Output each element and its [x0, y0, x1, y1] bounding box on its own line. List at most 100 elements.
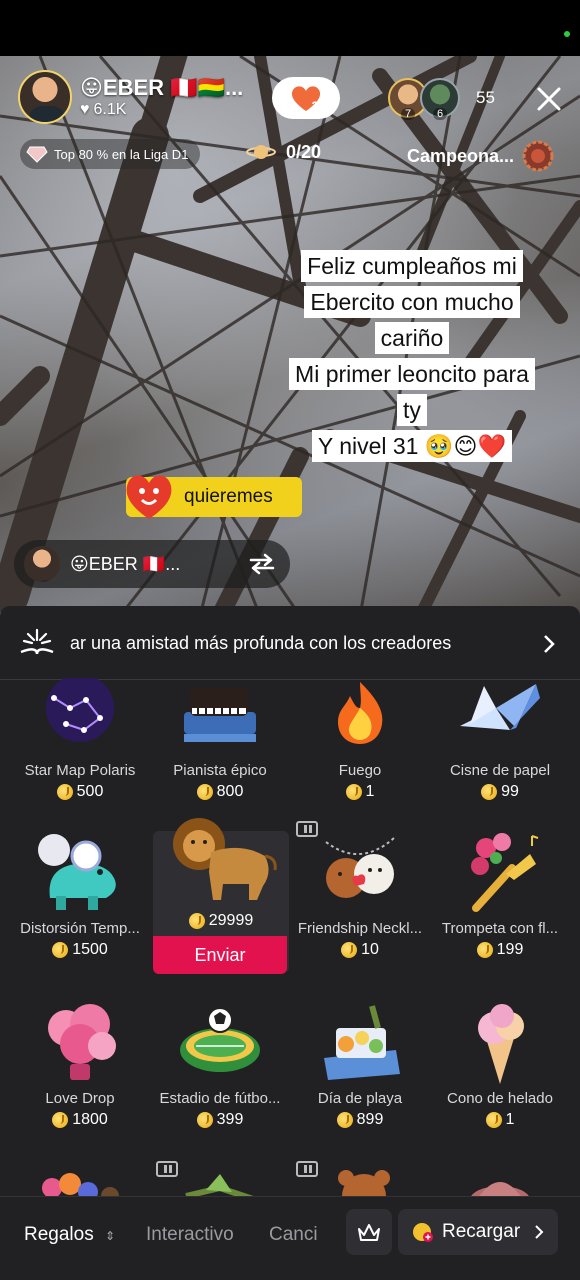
- viewer-avatar-2[interactable]: 6: [420, 78, 460, 120]
- goal-progress[interactable]: 0/20: [246, 141, 321, 163]
- gift-name: Star Map Polaris: [24, 762, 136, 779]
- gift-price-value: 10: [361, 941, 379, 958]
- gift-love-drop[interactable]: Love Drop 1800: [12, 998, 148, 1129]
- coin-icon: [476, 942, 493, 958]
- diamond-icon: [26, 146, 48, 163]
- tab-cancion[interactable]: Canci: [269, 1224, 323, 1246]
- gift-name: Trompeta con fl...: [441, 920, 559, 937]
- gift-price: 10: [292, 941, 428, 959]
- crown-icon: [358, 1224, 380, 1241]
- viewer-level-2: 6: [432, 108, 448, 120]
- coin-icon: [196, 1112, 213, 1128]
- love-drop-balloon-icon: [36, 998, 124, 1088]
- coin-icon: [336, 1112, 353, 1128]
- bears-necklace-icon: [316, 828, 404, 918]
- dinosaur-astronaut-icon: [36, 828, 124, 918]
- caption-line-1: Feliz cumpleaños mi: [301, 250, 523, 282]
- crown-button[interactable]: [346, 1209, 392, 1255]
- coin-icon: [52, 1112, 69, 1128]
- gift-friendship-necklace[interactable]: Friendship Neckl... 10: [292, 828, 428, 959]
- gift-cono-de-helado[interactable]: Cono de helado 1: [432, 998, 568, 1129]
- gift-lion[interactable]: 29999: [153, 812, 289, 930]
- goal-progress-text: 0/20: [286, 141, 322, 162]
- campeona-ranking[interactable]: Campeona...: [407, 140, 554, 172]
- caption-line-5: ty: [397, 394, 427, 426]
- coin-icon: [52, 942, 69, 958]
- gift-distorsion-temporal[interactable]: Distorsión Temp... 1500: [12, 828, 148, 959]
- quieremes-sticker: quieremes: [126, 475, 302, 519]
- host-name: 😛EBER 🇵🇪🇧🇴...: [80, 75, 244, 100]
- recipient-avatar: [24, 546, 60, 582]
- recharge-button[interactable]: Recargar: [398, 1209, 558, 1255]
- coin-icon: [485, 1112, 502, 1128]
- gift-name: Love Drop: [45, 1090, 115, 1107]
- caption-line-6: Y nivel 31 🥹😊❤️: [311, 430, 513, 462]
- campeona-label: Campeona...: [407, 145, 515, 166]
- gift-price-value: 1500: [72, 941, 108, 958]
- banner-text: ar una amistad más profunda con los crea…: [70, 633, 452, 653]
- close-icon[interactable]: [534, 84, 564, 114]
- gift-price-value: 99: [501, 783, 519, 800]
- viewer-count[interactable]: 55: [476, 88, 495, 108]
- gift-price-value: 399: [216, 1111, 244, 1128]
- gift-name: Cisne de papel: [449, 762, 551, 779]
- send-gift-button[interactable]: Enviar: [153, 936, 287, 974]
- heart-face-icon: [126, 475, 172, 519]
- swap-icon[interactable]: [248, 552, 276, 576]
- trumpet-flowers-icon: [456, 828, 544, 918]
- video-caption: Feliz cumpleaños mi Ebercito con mucho c…: [262, 250, 562, 466]
- gift-price-value: 199: [496, 941, 524, 958]
- gift-price: 1800: [12, 1111, 148, 1129]
- gift-fuego[interactable]: Fuego 1: [292, 678, 428, 801]
- paper-swan-icon: [456, 678, 544, 760]
- recipient-name: 😛EBER 🇵🇪...: [70, 553, 181, 574]
- gift-bottom-bar: Regalos ⇕ Interactivo Canci Recargar: [0, 1196, 580, 1280]
- fan-club-heart-icon: 25: [289, 83, 325, 113]
- gift-price-value: 29999: [208, 912, 254, 929]
- gift-price: 500: [12, 783, 148, 801]
- gift-estadio-de-futbol[interactable]: Estadio de fútbo... 399: [152, 998, 288, 1129]
- gift-name: Estadio de fútbo...: [159, 1090, 281, 1107]
- gift-name: Friendship Neckl...: [297, 920, 423, 937]
- coin-icon: [345, 784, 362, 800]
- gift-star-map-polaris[interactable]: Star Map Polaris 500: [12, 674, 148, 801]
- stadium-icon: [176, 998, 264, 1088]
- chevron-right-icon[interactable]: [542, 634, 556, 654]
- league-text: Top 80 % en la Liga D1: [54, 146, 189, 162]
- gift-pianista-epico[interactable]: Pianista épico 800: [152, 678, 288, 801]
- top-viewers[interactable]: 7 6 55: [388, 78, 495, 120]
- ranking-badge-icon: [522, 140, 554, 172]
- league-rank-pill[interactable]: Top 80 % en la Liga D1: [20, 139, 201, 169]
- heart-badge-count: 25: [311, 99, 325, 113]
- gift-dia-de-playa[interactable]: Día de playa 899: [292, 998, 428, 1129]
- host-info[interactable]: 😛EBER 🇵🇪🇧🇴... ♥ 6.1K: [18, 70, 243, 124]
- constellation-icon: [36, 674, 124, 760]
- gift-price-value: 1: [365, 783, 375, 800]
- tab-regalos[interactable]: Regalos ⇕: [24, 1224, 115, 1246]
- sticker-text: quieremes: [184, 486, 273, 507]
- gift-trompeta-con-flores[interactable]: Trompeta con fl... 199: [432, 828, 568, 959]
- gift-cisne-de-papel[interactable]: Cisne de papel 99: [432, 678, 568, 801]
- recharge-label: Recargar: [442, 1221, 521, 1242]
- friendship-banner[interactable]: ar una amistad más profunda con los crea…: [0, 606, 580, 680]
- open-book-sparkle-icon: [20, 628, 54, 655]
- host-likes-count: 6.1K: [93, 101, 127, 118]
- viewer-level-1: 7: [400, 108, 416, 120]
- tab-interactivo[interactable]: Interactivo: [146, 1224, 234, 1246]
- tab-regalos-label: Regalos: [24, 1224, 94, 1245]
- gift-price: 99: [432, 783, 568, 801]
- gift-price-value: 899: [356, 1111, 384, 1128]
- gift-price: 29999: [153, 912, 289, 930]
- gift-recipient-selector[interactable]: 😛EBER 🇵🇪...: [14, 540, 290, 588]
- coin-icon: [481, 784, 498, 800]
- coin-icon: [56, 784, 73, 800]
- gift-price: 399: [152, 1111, 288, 1129]
- sort-arrows-icon: ⇕: [105, 1229, 116, 1243]
- piano-icon: [176, 678, 264, 760]
- host-avatar[interactable]: [18, 70, 72, 124]
- host-likes: ♥ 6.1K: [80, 101, 243, 119]
- gift-name: Distorsión Temp...: [20, 920, 140, 937]
- status-bar: [0, 0, 580, 56]
- interactive-gift-icon: [296, 1161, 318, 1177]
- follow-heart-button[interactable]: 25: [272, 77, 340, 119]
